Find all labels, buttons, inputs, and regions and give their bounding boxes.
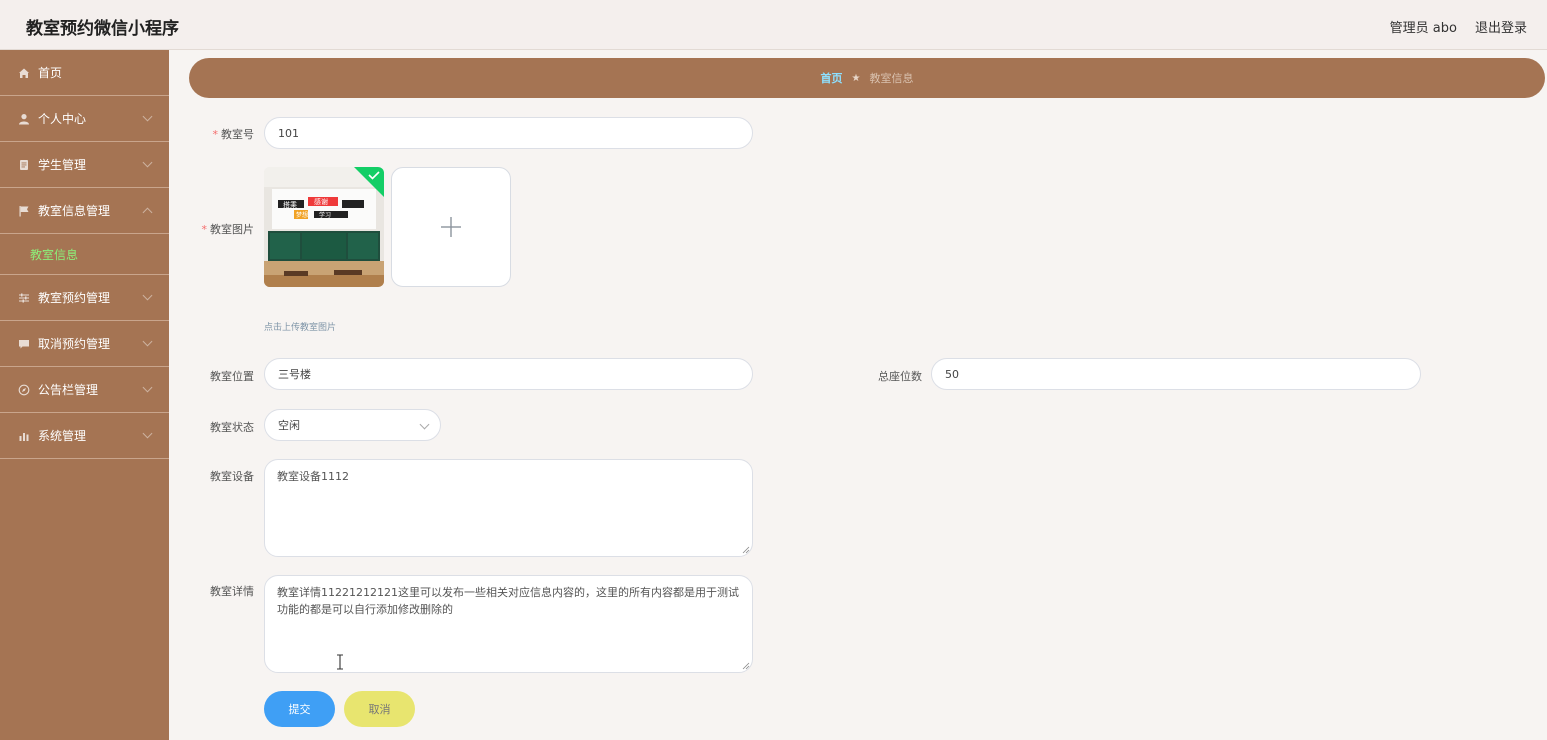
resize-handle-icon[interactable]	[742, 662, 750, 670]
user-icon	[18, 113, 30, 125]
sidebar-item-home[interactable]: 首页	[0, 50, 169, 96]
plus-icon	[441, 217, 461, 237]
image-upload-button[interactable]	[391, 167, 511, 287]
sidebar-item-reservation-management[interactable]: 教室预约管理	[0, 275, 169, 321]
room-image-preview[interactable]: 搭乘 感谢 梦想 学习	[264, 167, 384, 287]
sliders-icon	[18, 292, 30, 304]
sidebar-item-label: 教室信息管理	[38, 204, 111, 218]
room-number-input[interactable]: 101	[264, 117, 753, 149]
photo-text: 感谢	[314, 197, 328, 206]
breadcrumb: 首页 ★ 教室信息	[189, 58, 1545, 98]
equipment-textarea[interactable]: 教室设备1112	[264, 459, 753, 557]
cancel-button[interactable]: 取消	[344, 691, 415, 727]
sidebar-item-personal-center[interactable]: 个人中心	[0, 96, 169, 142]
sidebar-item-label: 首页	[38, 66, 63, 80]
document-icon	[18, 159, 30, 171]
sidebar-item-label: 个人中心	[38, 112, 87, 126]
details-label: 教室详情	[210, 585, 254, 598]
chevron-down-icon	[142, 111, 153, 122]
sidebar-item-system-management[interactable]: 系统管理	[0, 413, 169, 459]
photo-text: 搭乘	[283, 200, 297, 209]
compass-icon	[18, 384, 30, 396]
chart-icon	[18, 430, 30, 442]
chevron-down-icon	[142, 157, 153, 168]
breadcrumb-home[interactable]: 首页	[821, 70, 843, 86]
user-area: 管理员 abo 退出登录	[1390, 17, 1527, 36]
sidebar-item-label: 教室预约管理	[38, 291, 111, 305]
status-select-value: 空闲	[278, 419, 300, 432]
room-number-label: * 教室号	[212, 128, 255, 141]
room-image-label: * 教室图片	[201, 223, 255, 236]
required-mark: *	[201, 223, 208, 236]
sidebar-subitem-room-info[interactable]: 教室信息	[0, 234, 169, 275]
sidebar-item-bulletin-management[interactable]: 公告栏管理	[0, 367, 169, 413]
flag-icon	[18, 205, 30, 217]
photo-text: 学习	[319, 211, 331, 219]
sidebar-item-room-info-management[interactable]: 教室信息管理	[0, 188, 169, 234]
top-bar: 教室预约微信小程序 管理员 abo 退出登录	[0, 0, 1547, 50]
upload-hint: 点击上传教室图片	[264, 323, 337, 333]
location-label: 教室位置	[210, 370, 254, 383]
chevron-down-icon	[142, 336, 153, 347]
message-icon	[18, 338, 30, 350]
status-label: 教室状态	[210, 421, 254, 434]
logout-link[interactable]: 退出登录	[1475, 17, 1527, 36]
location-input[interactable]: 三号楼	[264, 358, 753, 390]
seats-label: 总座位数	[878, 370, 922, 383]
equipment-label: 教室设备	[210, 470, 254, 483]
sidebar-item-label: 学生管理	[38, 158, 87, 172]
equipment-text: 教室设备1112	[277, 470, 349, 483]
chevron-down-icon	[142, 428, 153, 439]
submit-button[interactable]: 提交	[264, 691, 335, 727]
photo-text: 梦想	[296, 211, 308, 219]
sidebar-item-label: 取消预约管理	[38, 337, 111, 351]
chevron-down-icon	[142, 382, 153, 393]
breadcrumb-separator: ★	[851, 72, 861, 84]
main-content: 首页 ★ 教室信息 * 教室号 101 * 教室图片 搭乘 感谢 梦想 学习 点…	[169, 50, 1547, 740]
app-title: 教室预约微信小程序	[26, 19, 179, 39]
sidebar-item-label: 公告栏管理	[38, 383, 99, 397]
sidebar-item-student-management[interactable]: 学生管理	[0, 142, 169, 188]
current-user: 管理员 abo	[1389, 21, 1457, 36]
resize-handle-icon[interactable]	[742, 546, 750, 554]
required-mark: *	[212, 128, 219, 141]
chevron-down-icon	[142, 290, 153, 301]
sidebar-item-cancel-reservation-management[interactable]: 取消预约管理	[0, 321, 169, 367]
sidebar-item-label: 系统管理	[38, 429, 87, 443]
status-select[interactable]: 空闲	[264, 409, 441, 441]
uploaded-check-icon	[354, 167, 384, 197]
breadcrumb-current: 教室信息	[869, 72, 914, 85]
home-icon	[18, 67, 30, 79]
text-cursor-icon	[337, 654, 343, 670]
chevron-up-icon	[142, 207, 153, 218]
sidebar: 首页 个人中心 学生管理 教室信息管理 教室信息 教室预约管理 取消预约管理 公…	[0, 50, 169, 740]
details-text: 教室详情11221212121这里可以发布一些相关对应信息内容的，这里的所有内容…	[277, 586, 739, 616]
chevron-down-icon	[419, 419, 430, 430]
seats-input[interactable]: 50	[931, 358, 1421, 390]
